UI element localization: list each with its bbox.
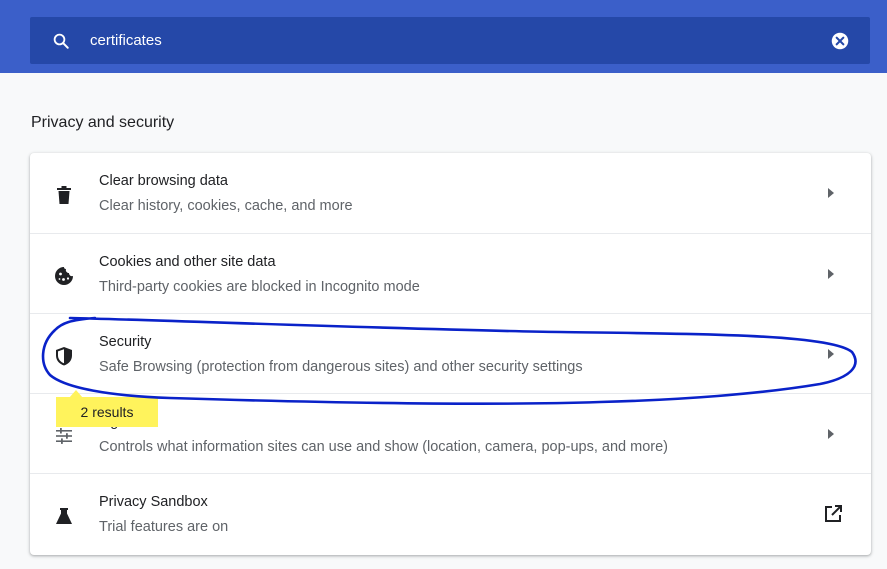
search-icon [52,31,72,51]
search-results-bubble: 2 results [56,397,158,427]
section-title: Privacy and security [31,114,175,131]
privacy-sandbox-row[interactable]: Privacy Sandbox Trial features are on [30,473,871,556]
row-title: Cookies and other site data [99,254,276,270]
row-subtitle: Third-party cookies are blocked in Incog… [99,279,420,295]
privacy-security-card: Clear browsing data Clear history, cooki… [30,153,871,555]
cookie-icon [52,264,76,288]
row-title: Privacy Sandbox [99,494,208,510]
cookies-row[interactable]: Cookies and other site data Third-party … [30,233,871,314]
arrow-right-icon[interactable] [825,185,837,201]
arrow-right-icon[interactable] [825,426,837,442]
row-subtitle: Clear history, cookies, cache, and more [99,198,353,214]
flask-icon [52,504,76,528]
trash-icon [52,183,76,207]
arrow-right-icon[interactable] [825,346,837,362]
open-external-icon[interactable] [823,504,843,524]
settings-header: certificates [0,0,887,73]
search-field[interactable]: certificates [30,17,870,64]
clear-search-icon[interactable] [830,31,850,51]
row-subtitle: Trial features are on [99,519,229,535]
row-title: Clear browsing data [99,173,228,189]
shield-icon [52,344,76,368]
arrow-right-icon[interactable] [825,266,837,282]
tune-icon [52,424,76,448]
security-row[interactable]: Security Safe Browsing (protection from … [30,313,871,394]
settings-page: certificates Privacy and security Clear … [0,0,887,569]
row-title: Security [99,334,152,350]
row-subtitle: Controls what information sites can use … [99,439,669,455]
search-input[interactable]: certificates [90,32,830,49]
clear-browsing-data-row[interactable]: Clear browsing data Clear history, cooki… [30,153,871,233]
row-subtitle: Safe Browsing (protection from dangerous… [99,359,583,375]
